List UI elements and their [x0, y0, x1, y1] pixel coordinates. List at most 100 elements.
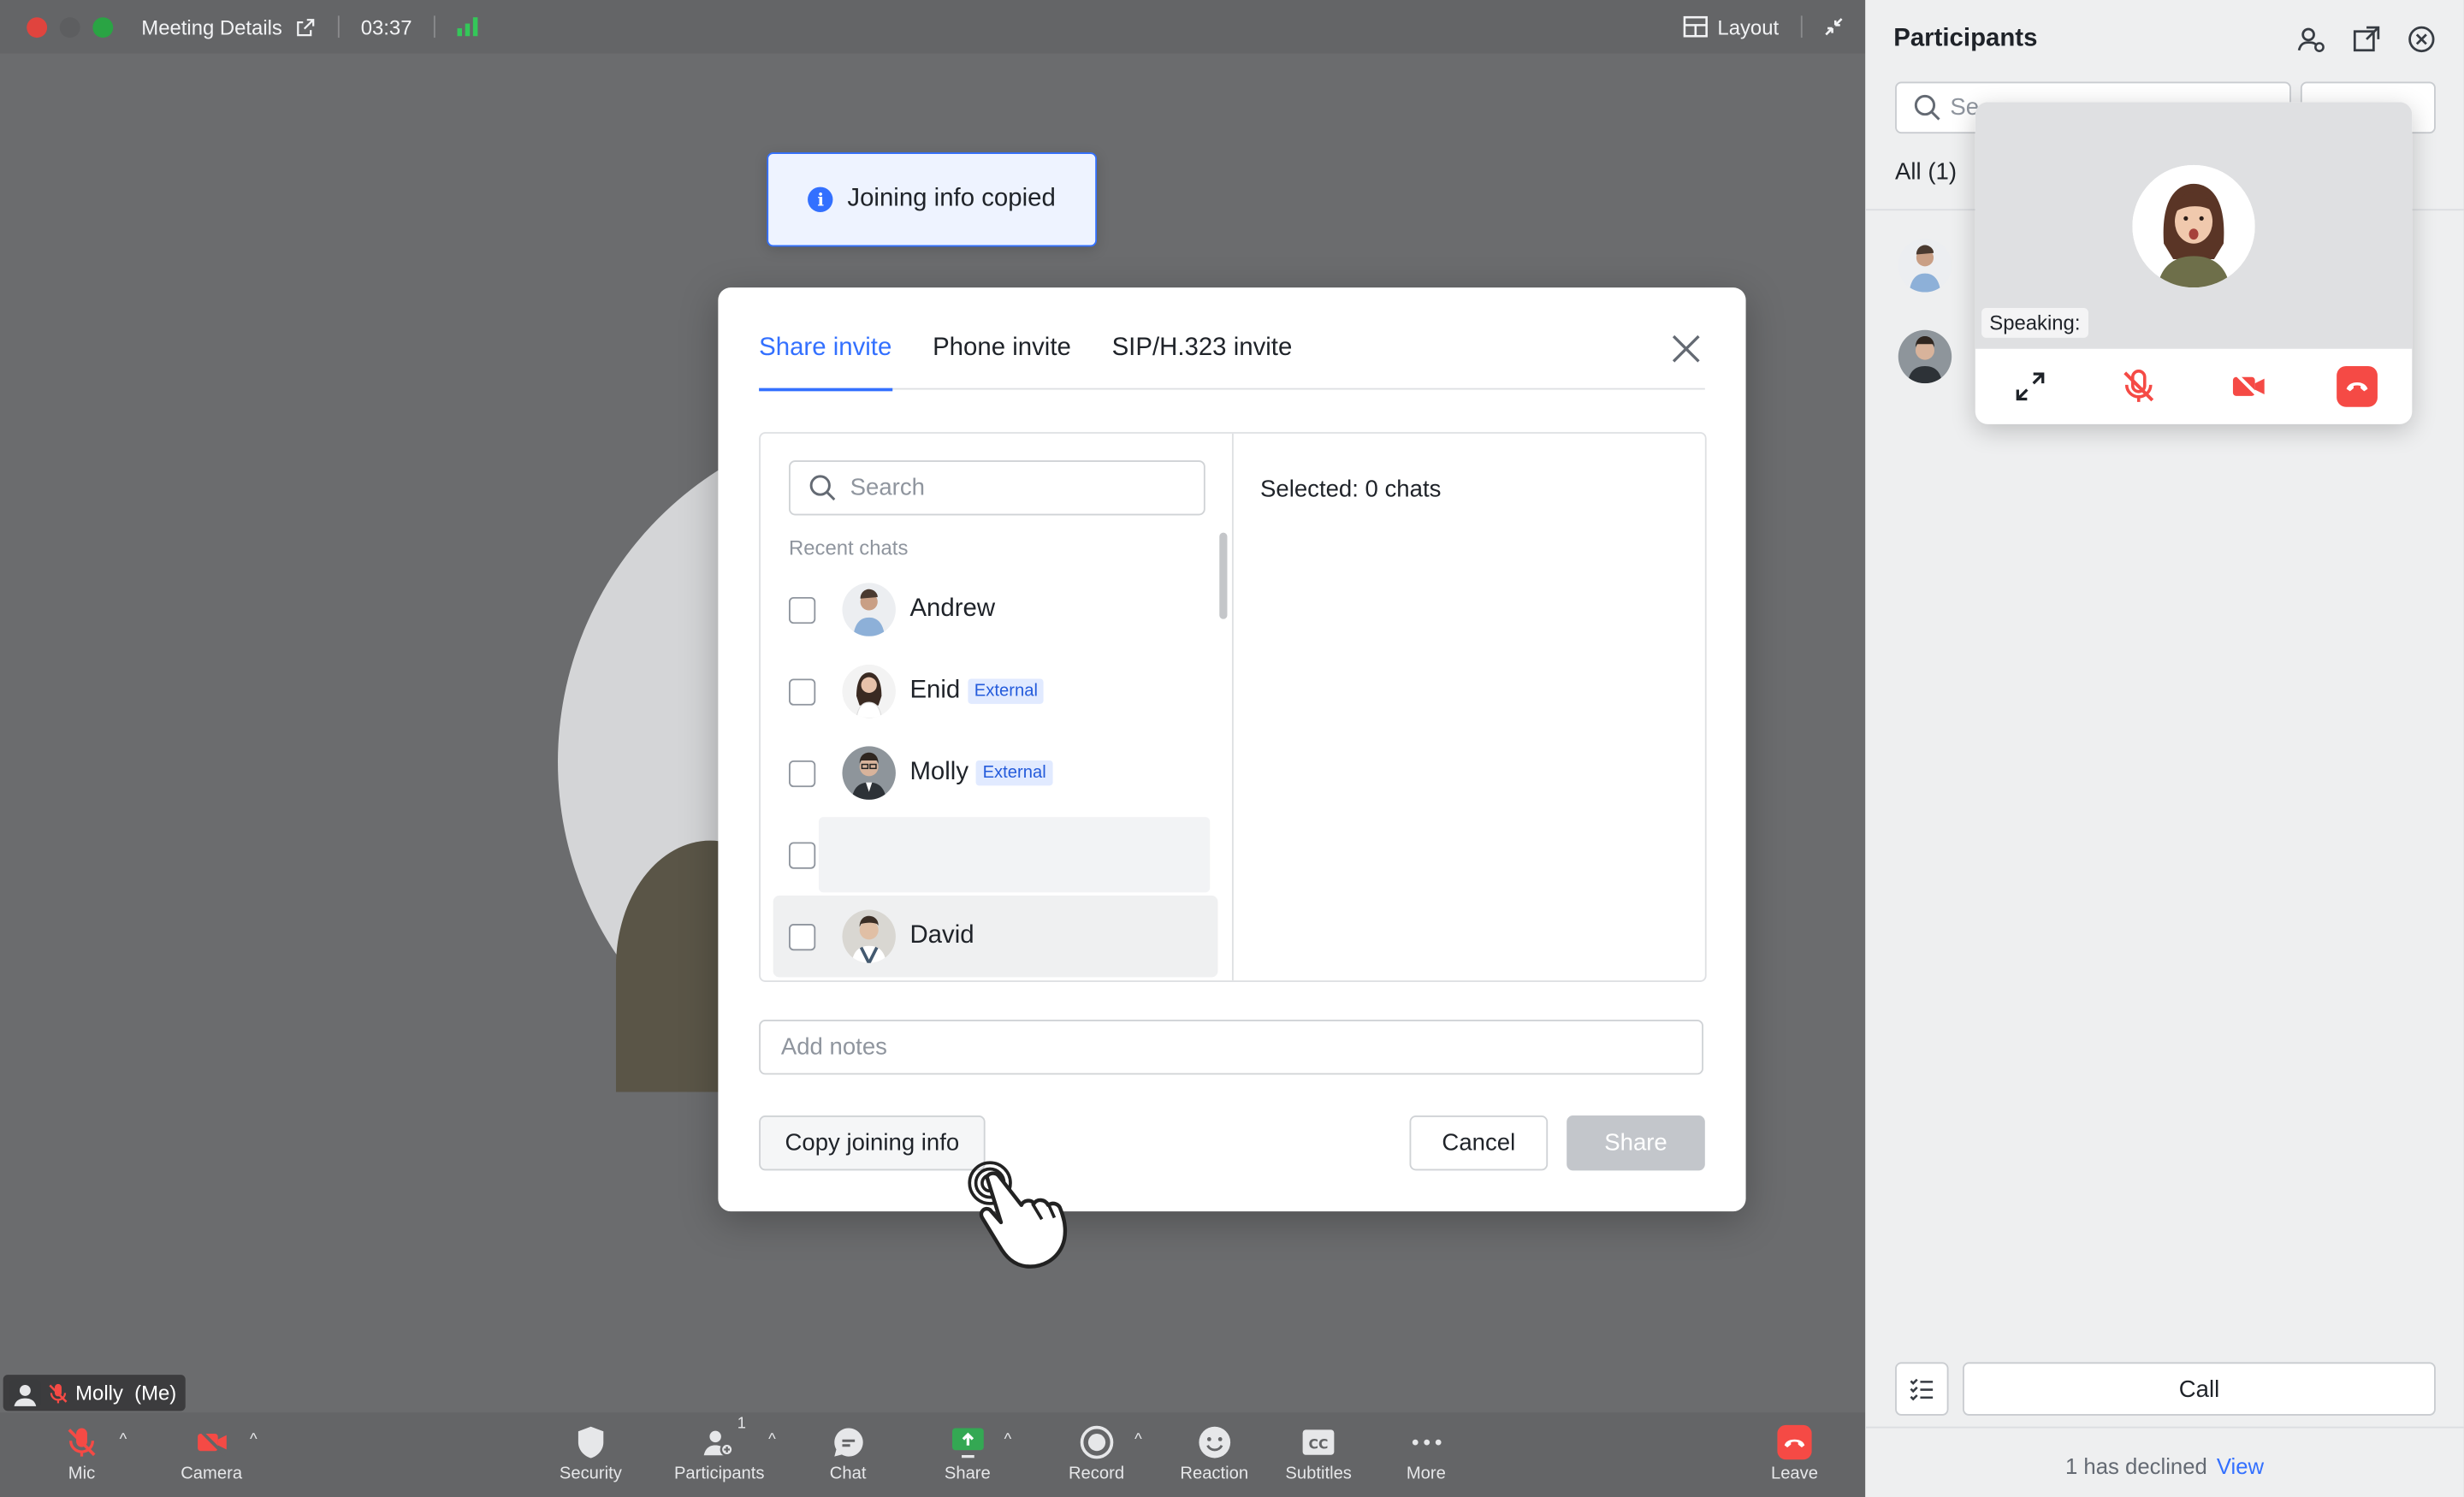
share-screen-icon [951, 1428, 984, 1459]
recent-chats-label: Recent chats [789, 535, 909, 559]
layout-label: Layout [1717, 15, 1780, 38]
record-options-caret[interactable]: ^ [1134, 1431, 1142, 1448]
chat-checkbox[interactable] [789, 841, 816, 868]
reaction-button[interactable]: Reaction [1180, 1425, 1248, 1483]
call-button[interactable]: Call [1963, 1362, 2436, 1416]
chat-item-loading[interactable] [773, 814, 1218, 896]
signal-strength-icon [457, 17, 478, 37]
self-name: Molly (Me) [75, 1381, 177, 1405]
layout-grid-icon [1683, 15, 1708, 38]
panel-title: Participants [1893, 25, 2038, 52]
chat-name: Enid [909, 677, 961, 704]
speaking-label: Speaking: [1981, 307, 2088, 338]
chat-bubble-icon [833, 1428, 863, 1457]
copied-toast: i Joining info copied [767, 152, 1098, 247]
meeting-details-button[interactable]: Meeting Details [141, 15, 315, 38]
share-submit-button[interactable]: Share [1567, 1115, 1705, 1171]
mic-button[interactable]: Mic [64, 1425, 98, 1483]
chat-checkbox[interactable] [789, 596, 816, 624]
mic-muted-icon [68, 1428, 96, 1457]
chat-checkbox[interactable] [789, 923, 816, 950]
floating-camera-button[interactable] [2228, 366, 2269, 407]
share-out-icon [296, 18, 314, 36]
meeting-toolbar: Mic ^ Camera ^ Security 1 Participants ^… [0, 1412, 1866, 1497]
tab-sip-invite[interactable]: SIP/H.323 invite [1112, 322, 1293, 390]
mic-options-caret[interactable]: ^ [120, 1431, 127, 1448]
camera-button[interactable]: Camera [181, 1425, 242, 1483]
reaction-label: Reaction [1180, 1464, 1249, 1483]
camera-off-icon [197, 1428, 226, 1457]
chat-button[interactable]: Chat [829, 1425, 867, 1483]
layout-button[interactable]: Layout [1683, 15, 1779, 38]
tab-phone-invite[interactable]: Phone invite [933, 322, 1071, 390]
subtitles-button[interactable]: CC Subtitles [1285, 1425, 1352, 1483]
self-name-label: Molly (Me) [3, 1375, 187, 1411]
chat-checkbox[interactable] [789, 760, 816, 787]
closed-captions-icon: CC [1302, 1429, 1335, 1455]
cancel-button[interactable]: Cancel [1409, 1115, 1549, 1171]
avatar [2132, 164, 2255, 288]
window-maximize-button[interactable] [92, 16, 114, 38]
more-dots-icon [1412, 1439, 1441, 1446]
tab-share-invite[interactable]: Share invite [759, 322, 891, 392]
meeting-timer: 03:37 [360, 15, 412, 38]
meeting-stage: Meeting Details 03:37 Layout i Joining i… [0, 0, 1866, 1497]
chat-checkbox[interactable] [789, 677, 816, 705]
expand-icon [2016, 372, 2044, 401]
window-minimize-button[interactable] [59, 16, 80, 38]
invite-tabs: Share invite Phone invite SIP/H.323 invi… [759, 322, 1705, 392]
leave-label: Leave [1770, 1464, 1819, 1483]
collapse-icon[interactable] [1824, 17, 1843, 36]
floating-video: Speaking: [1975, 102, 2413, 349]
all-participants-tab[interactable]: All (1) [1895, 159, 1957, 186]
chat-item-david[interactable]: David [773, 895, 1218, 978]
more-button[interactable]: More [1407, 1425, 1446, 1483]
add-notes-input[interactable] [759, 1020, 1703, 1075]
floating-controls [1975, 349, 2413, 424]
leave-button[interactable]: Leave [1770, 1424, 1819, 1483]
panel-divider [1865, 1426, 2464, 1429]
avatar [842, 583, 896, 636]
expand-button[interactable] [2010, 366, 2051, 407]
chat-item-molly[interactable]: Molly External [773, 732, 1218, 814]
chat-search-input[interactable] [850, 474, 1164, 501]
pop-out-icon[interactable] [2353, 25, 2381, 53]
chat-item-andrew[interactable]: Andrew [773, 569, 1218, 651]
share-options-caret[interactable]: ^ [1004, 1431, 1012, 1448]
mic-label: Mic [68, 1464, 96, 1483]
floating-mic-button[interactable] [2118, 366, 2159, 407]
camera-label: Camera [181, 1464, 243, 1483]
camera-off-icon [2232, 370, 2265, 402]
participants-button[interactable]: 1 Participants [674, 1416, 765, 1483]
record-button[interactable]: Record [1069, 1425, 1124, 1483]
title-divider [434, 15, 436, 38]
chat-picker-list-pane: Recent chats Andrew [761, 433, 1234, 981]
view-declined-link[interactable]: View [2217, 1453, 2264, 1478]
floating-leave-button[interactable] [2337, 365, 2378, 407]
share-button[interactable]: Share [945, 1425, 991, 1483]
svg-text:CC: CC [1309, 1436, 1329, 1452]
chat-item-enid[interactable]: Enid External [773, 650, 1218, 732]
copy-joining-info-button[interactable]: Copy joining info [759, 1115, 986, 1171]
avatar [1898, 239, 1952, 293]
participant-list-options-button[interactable] [1895, 1362, 1949, 1416]
camera-options-caret[interactable]: ^ [250, 1431, 258, 1448]
window-close-button[interactable] [27, 16, 48, 38]
participants-options-caret[interactable]: ^ [768, 1431, 776, 1448]
declined-status: 1 has declined View [1865, 1453, 2464, 1478]
avatar [1898, 329, 1952, 384]
chat-search[interactable] [789, 460, 1205, 516]
checklist-icon [1910, 1378, 1934, 1401]
security-button[interactable]: Security [560, 1425, 622, 1483]
close-icon[interactable] [1670, 333, 1702, 364]
user-settings-icon[interactable] [2297, 25, 2325, 53]
shield-icon [578, 1426, 604, 1459]
record-label: Record [1068, 1464, 1125, 1483]
chat-name: David [909, 922, 974, 950]
close-circle-icon[interactable] [2408, 25, 2436, 53]
mic-muted-icon [2123, 369, 2154, 402]
loading-placeholder [818, 817, 1211, 893]
chat-list-scrollbar[interactable] [1219, 532, 1228, 619]
chat-label: Chat [829, 1464, 867, 1483]
title-divider [1800, 15, 1803, 38]
